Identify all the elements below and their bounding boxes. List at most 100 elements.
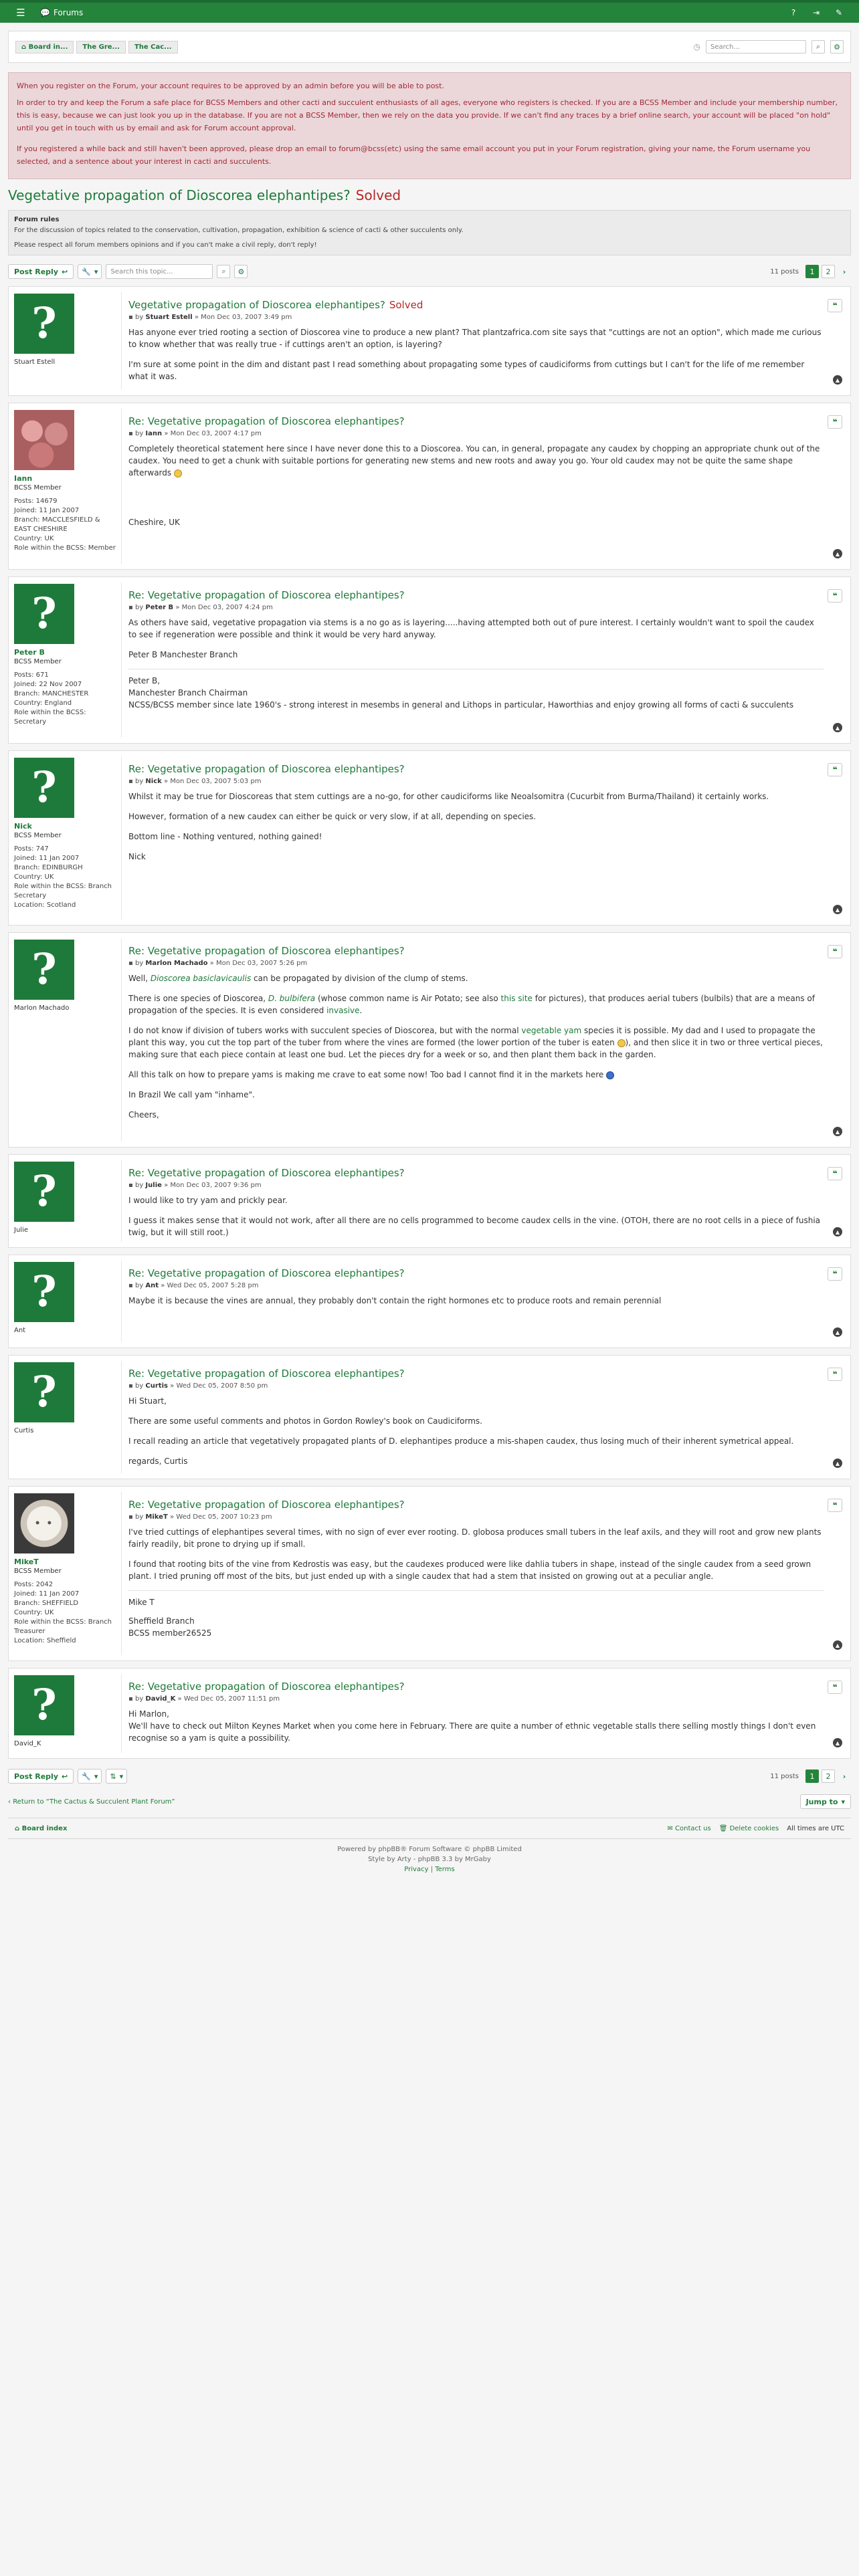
username[interactable]: Marlon Machado [14, 1004, 116, 1013]
post-author[interactable]: David_K [145, 1695, 175, 1703]
username[interactable]: Ant [14, 1326, 116, 1335]
quote-icon[interactable]: ❝ [828, 1681, 842, 1694]
forums-link[interactable]: 💬 Forums [40, 8, 83, 17]
hamburger-menu-icon[interactable]: ☰ [13, 5, 28, 20]
gear-icon[interactable]: ⚙ [830, 40, 844, 53]
post-author[interactable]: Julie [145, 1182, 161, 1189]
forum-rules: Forum rules For the discussion of topics… [8, 210, 851, 255]
username[interactable]: Stuart Estell [14, 358, 116, 367]
post-title[interactable]: Vegetative propagation of Dioscorea elep… [128, 299, 824, 311]
help-icon[interactable]: ? [787, 6, 800, 19]
back-to-top-icon[interactable]: ▲ [833, 905, 842, 914]
post-author[interactable]: Ant [145, 1282, 159, 1289]
back-to-top-icon[interactable]: ▲ [833, 1327, 842, 1337]
timezone-label: All times are UTC [787, 1824, 844, 1832]
topic-title[interactable]: Vegetative propagation of Dioscorea elep… [8, 187, 851, 203]
post-title[interactable]: Re: Vegetative propagation of Dioscorea … [128, 589, 824, 601]
username[interactable]: Nick [14, 822, 116, 831]
gear-icon[interactable]: ⚙ [234, 265, 248, 278]
post-title[interactable]: Re: Vegetative propagation of Dioscorea … [128, 1499, 824, 1511]
breadcrumb-item[interactable]: The Gre... [76, 40, 126, 53]
post-title[interactable]: Re: Vegetative propagation of Dioscorea … [128, 1681, 824, 1693]
post-date: » Mon Dec 03, 2007 5:03 pm [163, 778, 262, 785]
search-icon[interactable]: ⌕ [812, 40, 825, 53]
post-title[interactable]: Re: Vegetative propagation of Dioscorea … [128, 1267, 824, 1279]
back-to-top-icon[interactable]: ▲ [833, 549, 842, 558]
username[interactable]: Curtis [14, 1426, 116, 1436]
link[interactable]: invasive [326, 1006, 359, 1015]
quote-icon[interactable]: ❝ [828, 763, 842, 776]
topic-tools-button[interactable]: 🔧 ▾ [78, 1769, 102, 1784]
page-1-button[interactable]: 1 [805, 265, 819, 278]
page-1-button[interactable]: 1 [805, 1769, 819, 1783]
post-title[interactable]: Re: Vegetative propagation of Dioscorea … [128, 415, 824, 427]
link[interactable]: D. bulbifera [268, 994, 315, 1003]
post-meta: ▪ by Julie » Mon Dec 03, 2007 9:36 pm [128, 1182, 262, 1189]
link[interactable]: Dioscorea basiclavicaulis [151, 974, 251, 983]
username[interactable]: MikeT [14, 1558, 116, 1567]
post-icon: ▪ [128, 1182, 133, 1189]
post-author[interactable]: Peter B [145, 604, 173, 611]
page-2-button[interactable]: 2 [822, 265, 835, 278]
post-author[interactable]: Marlon Machado [145, 960, 207, 967]
quote-icon[interactable]: ❝ [828, 945, 842, 958]
username[interactable]: Iann [14, 474, 116, 484]
default-avatar-icon: ? [14, 1162, 74, 1222]
quote-icon[interactable]: ❝ [828, 589, 842, 603]
post-meta: ▪ by Marlon Machado » Mon Dec 03, 2007 5… [128, 960, 308, 967]
next-page-icon[interactable]: › [838, 1769, 851, 1783]
post-author[interactable]: Curtis [145, 1382, 168, 1390]
privacy-link[interactable]: Privacy [404, 1866, 428, 1873]
post-title[interactable]: Re: Vegetative propagation of Dioscorea … [128, 945, 824, 957]
back-to-top-icon[interactable]: ▲ [833, 375, 842, 385]
post-reply-button[interactable]: Post Reply ↩ [8, 1769, 74, 1784]
terms-link[interactable]: Terms [435, 1866, 454, 1873]
contact-us-link[interactable]: ✉ Contact us [667, 1825, 710, 1832]
user-detail: Posts: 2042 [14, 1581, 54, 1588]
username[interactable]: David_K [14, 1739, 116, 1749]
back-to-top-icon[interactable]: ▲ [833, 1640, 842, 1650]
quote-icon[interactable]: ❝ [828, 415, 842, 429]
page-2-button[interactable]: 2 [822, 1769, 835, 1783]
delete-cookies-link[interactable]: 🗑 Delete cookies [719, 1825, 779, 1832]
topic-tools-button[interactable]: 🔧 ▾ [78, 264, 102, 279]
board-index-link[interactable]: ⌂ Board index [15, 1825, 67, 1832]
next-page-icon[interactable]: › [838, 265, 851, 278]
breadcrumb-item[interactable]: The Cac... [128, 40, 178, 53]
search-topic-input[interactable]: Search this topic... [106, 264, 213, 279]
breadcrumb-board-index[interactable]: ⌂ Board in... [15, 40, 74, 53]
post-meta: ▪ by David_K » Wed Dec 05, 2007 11:51 pm [128, 1695, 280, 1703]
quote-icon[interactable]: ❝ [828, 299, 842, 312]
search-icon[interactable]: ⌕ [217, 265, 231, 278]
post-author[interactable]: MikeT [145, 1513, 167, 1521]
quote-icon[interactable]: ❝ [828, 1368, 842, 1381]
post-author[interactable]: Stuart Estell [145, 314, 192, 321]
username[interactable]: Peter B [14, 648, 116, 657]
back-to-top-icon[interactable]: ▲ [833, 1127, 842, 1136]
login-icon[interactable]: ⇥ [809, 6, 823, 19]
quote-icon[interactable]: ❝ [828, 1499, 842, 1512]
back-to-top-icon[interactable]: ▲ [833, 1738, 842, 1747]
jump-to-button[interactable]: Jump to ▾ [799, 1794, 851, 1809]
post-author[interactable]: Nick [145, 778, 161, 785]
link[interactable]: vegetable yam [521, 1026, 581, 1035]
quote-icon[interactable]: ❝ [828, 1267, 842, 1281]
post-reply-button[interactable]: Post Reply ↩ [8, 264, 74, 279]
back-to-top-icon[interactable]: ▲ [833, 723, 842, 732]
post-title[interactable]: Re: Vegetative propagation of Dioscorea … [128, 1368, 824, 1380]
signature: Mike T Sheffield Branch BCSS member26525 [128, 1590, 824, 1639]
post-title[interactable]: Re: Vegetative propagation of Dioscorea … [128, 1167, 824, 1179]
register-icon[interactable]: ✎ [832, 6, 846, 19]
search-input[interactable]: Search... [706, 40, 806, 53]
avatar [14, 1493, 74, 1553]
back-to-top-icon[interactable]: ▲ [833, 1227, 842, 1237]
post-title[interactable]: Re: Vegetative propagation of Dioscorea … [128, 763, 824, 775]
link[interactable]: this site [501, 994, 533, 1003]
post-content: I would like to try yam and prickly pear… [128, 1196, 821, 1237]
quote-icon[interactable]: ❝ [828, 1167, 842, 1180]
sort-options-button[interactable]: ⇅ ▾ [106, 1769, 128, 1784]
return-link[interactable]: ‹ Return to “The Cactus & Succulent Plan… [8, 1798, 175, 1806]
username[interactable]: Julie [14, 1226, 116, 1235]
back-to-top-icon[interactable]: ▲ [833, 1459, 842, 1468]
post-author[interactable]: Iann [145, 430, 162, 437]
